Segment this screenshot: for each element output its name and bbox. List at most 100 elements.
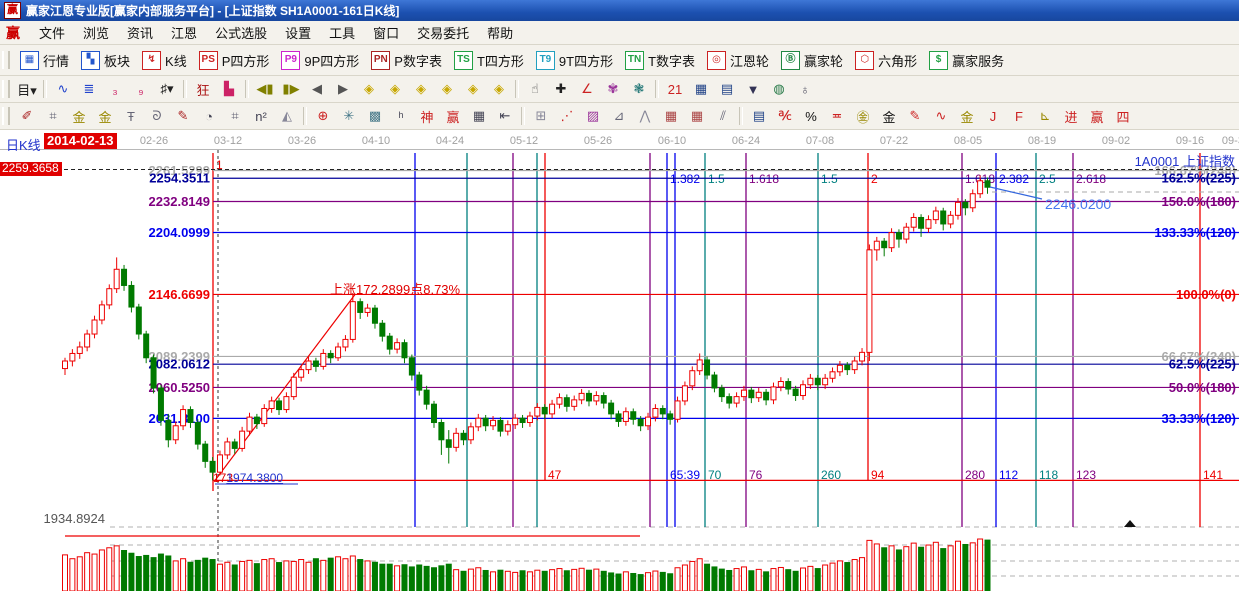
toolbar-button-P四方形[interactable]: PSP四方形 [196, 50, 273, 71]
gold-ray-icon[interactable]: ⊾ [1033, 105, 1057, 128]
menu-item-8[interactable]: 窗口 [364, 24, 408, 43]
next-bar-icon[interactable]: ▶ [331, 78, 355, 101]
hand-tool-icon[interactable]: ☝ [523, 78, 547, 101]
toolbar-button-P数字表[interactable]: PNP数字表 [368, 50, 445, 71]
grid-123-icon[interactable]: ▦ [467, 105, 491, 128]
menu-item-9[interactable]: 交易委托 [408, 24, 478, 43]
zoom-all-icon[interactable]: ◈ [435, 78, 459, 101]
k-mark-icon[interactable]: ʰ [389, 105, 413, 128]
parallel-lines-icon[interactable]: ⫽ [711, 105, 735, 128]
toolbar-button-赢家服务[interactable]: $赢家服务 [926, 50, 1007, 71]
fan-lines-icon[interactable]: ⋰ [555, 105, 579, 128]
toolbar-button-板块[interactable]: ▚板块 [78, 50, 133, 71]
toolbar-button-9T四方形[interactable]: T99T四方形 [533, 50, 616, 71]
kline-style-dropdown-icon[interactable]: 目▾ [15, 78, 39, 101]
gold-grid-1-icon[interactable]: 金 [67, 105, 91, 128]
toolbar-button-行情[interactable]: ▦行情 [17, 50, 72, 71]
angle-lines-icon[interactable]: ⊿ [607, 105, 631, 128]
menu-item-7[interactable]: 工具 [320, 24, 364, 43]
toolbar-button-赢家轮[interactable]: Ⓑ赢家轮 [778, 50, 846, 71]
win-grid-icon[interactable]: 赢 [441, 105, 465, 128]
circle-target-icon[interactable]: ⊕ [311, 105, 335, 128]
toolbar-grip[interactable] [2, 80, 10, 98]
percent-line-icon[interactable]: ≖ [825, 105, 849, 128]
first-bar-icon[interactable]: ◀▮ [253, 78, 277, 101]
toolbar-button-9P四方形[interactable]: P99P四方形 [278, 50, 362, 71]
web-grid-icon[interactable]: ✳ [337, 105, 361, 128]
percent-band-icon[interactable]: ℀ [773, 105, 797, 128]
red-grid-2-icon[interactable]: ▦ [685, 105, 709, 128]
crosshair-tool-icon[interactable]: ✚ [549, 78, 573, 101]
toolbar-button-江恩轮[interactable]: ◎江恩轮 [704, 50, 772, 71]
ruler-pencil-icon[interactable]: ✎ [171, 105, 195, 128]
calendar-tool-icon[interactable]: 21 [663, 78, 687, 101]
mirror-angle-icon[interactable]: ◭ [275, 105, 299, 128]
win-angle-icon[interactable]: 赢 [1085, 105, 1109, 128]
shen-grid-icon[interactable]: 神 [415, 105, 439, 128]
bars-panel-icon[interactable]: ▤ [747, 105, 771, 128]
calculator-tool-icon[interactable]: ▦ [689, 78, 713, 101]
gold-angle-icon[interactable]: 金 [955, 105, 979, 128]
gold-circle-icon[interactable]: ㊎ [851, 105, 875, 128]
notes-tool-icon[interactable]: ▤ [715, 78, 739, 101]
j-angle-icon[interactable]: J [981, 105, 1005, 128]
spiral-tool-icon[interactable]: ᘐ [145, 105, 169, 128]
menu-item-4[interactable]: 江恩 [162, 24, 206, 43]
toolbar-button-T四方形[interactable]: TST四方形 [451, 50, 527, 71]
hash-tool-icon[interactable]: ⌗ [41, 105, 65, 128]
pattern-tool-icon[interactable]: 狂 [191, 78, 215, 101]
zoom-h-icon[interactable]: ◈ [409, 78, 433, 101]
period-label[interactable]: 日K线 [6, 135, 41, 154]
draw-candle-icon[interactable]: ✎ [903, 105, 927, 128]
title-bar[interactable]: 赢 赢家江恩专业版[赢家内部服务平台] - [上证指数 SH1A0001-161… [0, 0, 1239, 21]
candle-dropdown-icon[interactable]: ♯▾ [155, 78, 179, 101]
zoom-out-icon[interactable]: ◈ [487, 78, 511, 101]
percent-tool-icon[interactable]: % [799, 105, 823, 128]
menu-item-2[interactable]: 浏览 [74, 24, 118, 43]
gold-grid-2-icon[interactable]: 金 [93, 105, 117, 128]
toolbar-grip[interactable] [2, 107, 10, 125]
wave-red-icon[interactable]: ∿ [929, 105, 953, 128]
menu-item-5[interactable]: 公式选股 [206, 24, 276, 43]
menu-item-3[interactable]: 资讯 [118, 24, 162, 43]
toolbar-grip[interactable] [2, 51, 10, 69]
web-tool-icon[interactable]: ◍ [767, 78, 791, 101]
fan-box-icon[interactable]: ▨ [581, 105, 605, 128]
last-bar-icon[interactable]: ▮▶ [279, 78, 303, 101]
si-angle-icon[interactable]: 四 [1111, 105, 1135, 128]
t-grid-icon[interactable]: Ŧ [119, 105, 143, 128]
hash-2-icon[interactable]: ⌗ [223, 105, 247, 128]
clock-circle-icon[interactable]: ◔ [197, 105, 221, 128]
bars-9-icon[interactable]: ₉ [129, 78, 153, 101]
jin-angle-icon[interactable]: 进 [1059, 105, 1083, 128]
angle-tool-icon[interactable]: ∠ [575, 78, 599, 101]
square-numbers-icon[interactable]: n² [249, 105, 273, 128]
zoom-in-icon[interactable]: ◈ [461, 78, 485, 101]
toolbar-button-六角形[interactable]: ⬡六角形 [852, 50, 920, 71]
v-dots-icon[interactable]: ⋀ [633, 105, 657, 128]
histogram-tool-icon[interactable]: ▙ [217, 78, 241, 101]
save-tool-icon[interactable]: ▼ [741, 78, 765, 101]
box-grid-icon[interactable]: ▩ [363, 105, 387, 128]
prev-bar-icon[interactable]: ◀ [305, 78, 329, 101]
span-tool-icon[interactable]: ⇤ [493, 105, 517, 128]
wave-tool-icon[interactable]: ∿ [51, 78, 75, 101]
zoom-right-icon[interactable]: ◈ [383, 78, 407, 101]
menu-item-1[interactable]: 文件 [30, 24, 74, 43]
red-grid-1-icon[interactable]: ▦ [659, 105, 683, 128]
pencil-tool-icon[interactable]: ✐ [15, 105, 39, 128]
bars-3-icon[interactable]: ₃ [103, 78, 127, 101]
zoom-left-icon[interactable]: ◈ [357, 78, 381, 101]
f-angle-icon[interactable]: F [1007, 105, 1031, 128]
remote-tool-icon[interactable]: ♁ [793, 78, 817, 101]
gold-level-icon[interactable]: 金 [877, 105, 901, 128]
menu-item-6[interactable]: 设置 [276, 24, 320, 43]
brain-tool-icon[interactable]: ❃ [627, 78, 651, 101]
toolbar-button-K线[interactable]: ↯K线 [139, 50, 190, 71]
box-tool-icon[interactable]: ⊞ [529, 105, 553, 128]
toolbar-button-T数字表[interactable]: TNT数字表 [622, 50, 698, 71]
flower-tool-icon[interactable]: ✾ [601, 78, 625, 101]
menu-item-10[interactable]: 帮助 [478, 24, 522, 43]
chart-area[interactable]: 02-2603-1203-2604-1004-2405-1205-2606-10… [0, 130, 1239, 591]
info-panel-icon[interactable]: ≣ [77, 78, 101, 101]
